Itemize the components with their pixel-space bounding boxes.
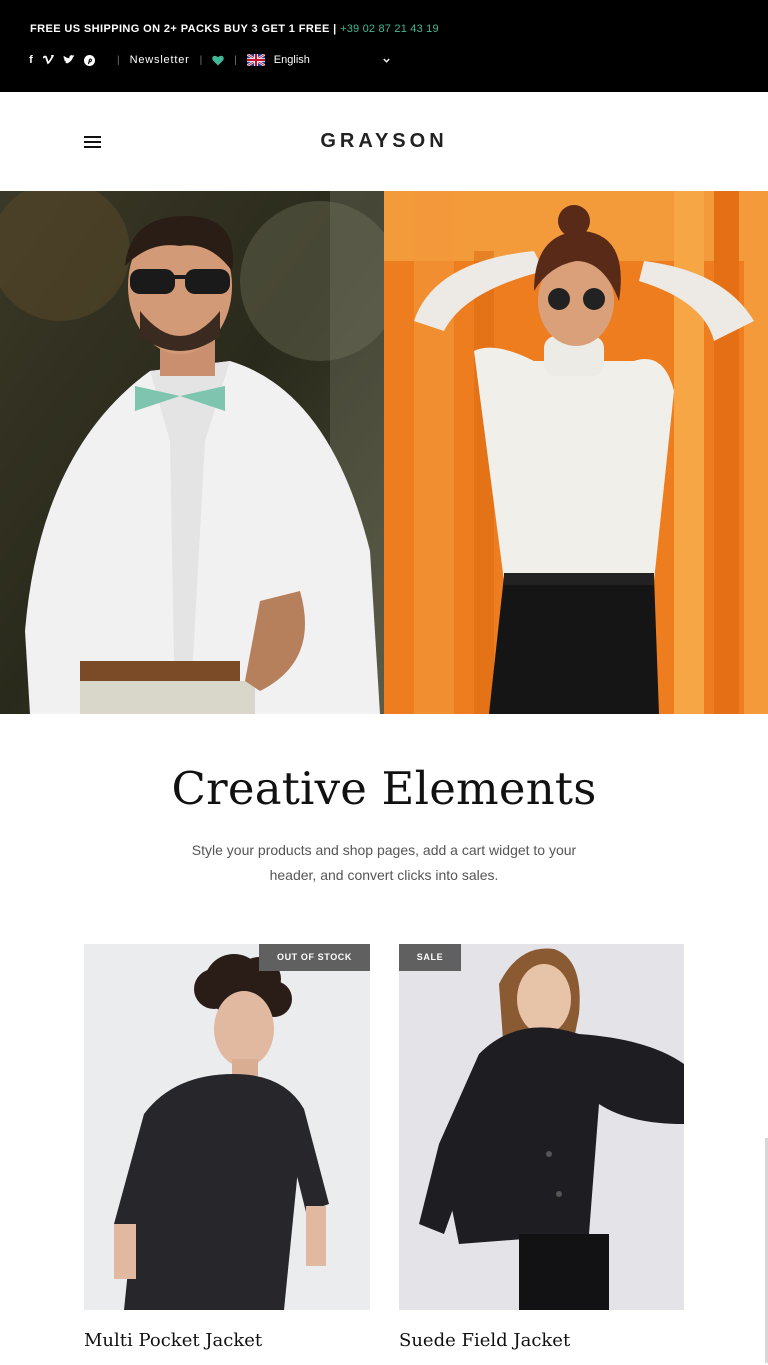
status-badge: OUT OF STOCK	[259, 944, 370, 971]
site-header: GRAYSON	[0, 92, 768, 191]
language-label: English	[273, 54, 310, 66]
product-name[interactable]: Suede Field Jacket	[399, 1330, 570, 1351]
separator: |	[234, 54, 237, 66]
heart-icon[interactable]	[212, 55, 224, 66]
section-title: Creative Elements	[171, 762, 597, 815]
separator: |	[199, 54, 203, 66]
vimeo-icon[interactable]	[43, 54, 54, 66]
facebook-icon[interactable]: f	[28, 54, 34, 66]
social-links: f	[28, 54, 95, 66]
status-badge: SALE	[399, 944, 461, 971]
top-utility-row: f | Newsletter | | English	[28, 52, 390, 68]
separator: |	[117, 54, 120, 66]
chevron-down-icon[interactable]	[383, 58, 390, 63]
newsletter-link[interactable]: Newsletter	[130, 54, 190, 66]
section-subtitle: Style your products and shop pages, add …	[191, 842, 577, 883]
promo-banner: FREE US SHIPPING ON 2+ PACKS BUY 3 GET 1…	[30, 23, 439, 35]
product-card[interactable]: OUT OF STOCK Multi Pocket Jacket	[84, 944, 370, 1351]
phone-link[interactable]: +39 02 87 21 43 19	[340, 23, 439, 35]
hero-banner	[0, 191, 768, 714]
twitter-icon[interactable]	[63, 54, 75, 66]
product-image[interactable]: SALE	[399, 944, 684, 1310]
uk-flag-icon	[246, 53, 266, 67]
site-logo[interactable]: GRAYSON	[0, 130, 768, 153]
product-image[interactable]: OUT OF STOCK	[84, 944, 370, 1310]
hero-image-woman[interactable]	[384, 191, 768, 714]
product-name[interactable]: Multi Pocket Jacket	[84, 1330, 262, 1351]
product-card[interactable]: SALE Suede Field Jacket	[399, 944, 684, 1351]
hero-image-man[interactable]	[0, 191, 384, 714]
promo-text: FREE US SHIPPING ON 2+ PACKS BUY 3 GET 1…	[30, 23, 341, 35]
pinterest-icon[interactable]	[84, 54, 95, 66]
top-bar: FREE US SHIPPING ON 2+ PACKS BUY 3 GET 1…	[0, 0, 768, 92]
language-selector[interactable]: English	[246, 53, 390, 67]
